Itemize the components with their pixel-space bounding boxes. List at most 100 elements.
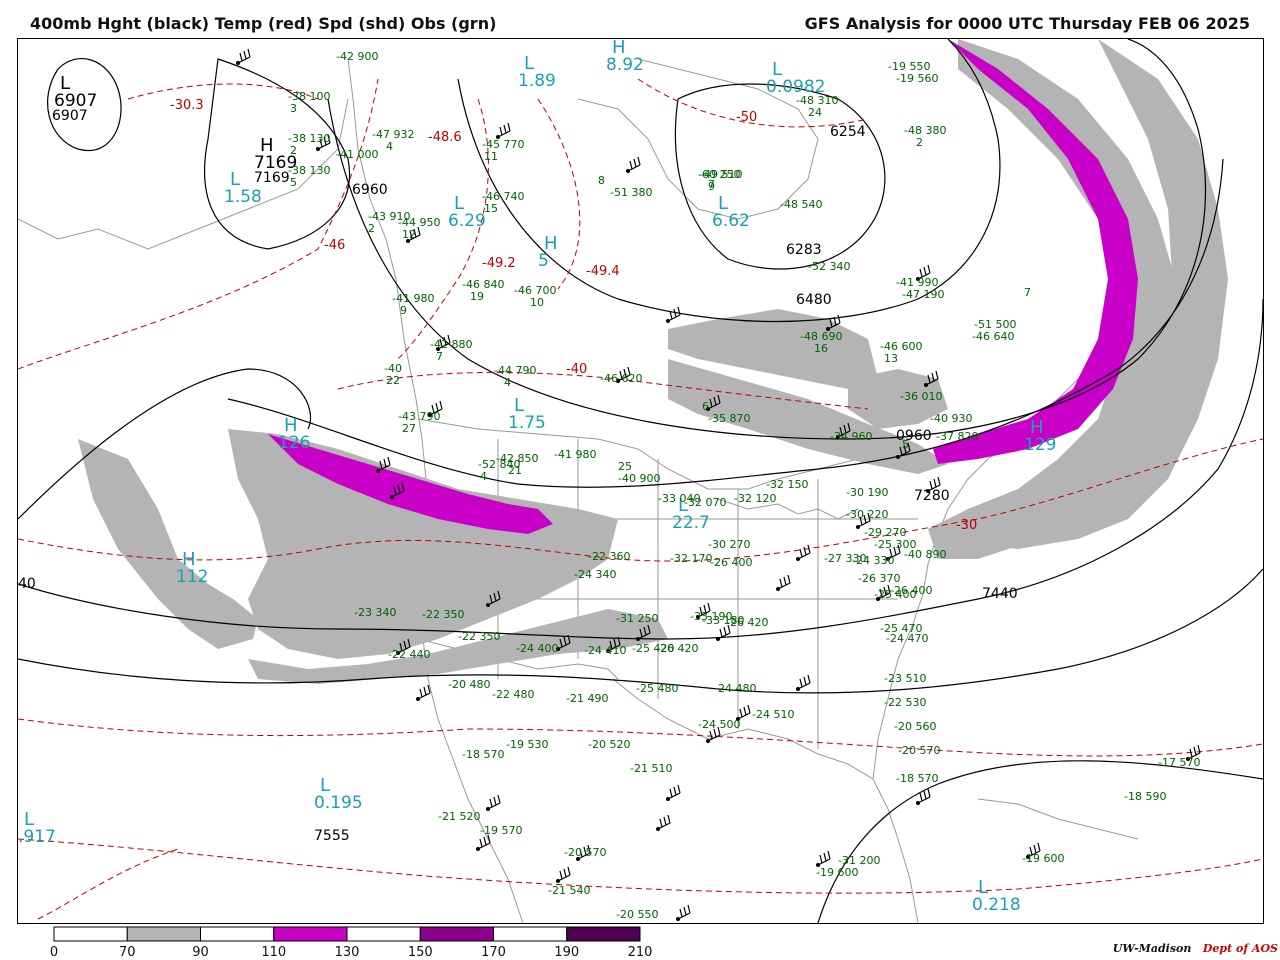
station-obs-label: -24 500 bbox=[698, 718, 741, 731]
station-obs-label: -46 640 bbox=[972, 330, 1015, 343]
jet-gray-west bbox=[78, 439, 258, 649]
height-label: 6283 bbox=[786, 242, 822, 258]
legend-swatch bbox=[419, 926, 494, 942]
pressure-center-value: 6.62 bbox=[712, 211, 750, 231]
station-obs-label: -41 990 bbox=[896, 276, 939, 289]
height-label: 6480 bbox=[796, 292, 832, 308]
station-dot bbox=[376, 469, 380, 473]
station-obs-label: 16 bbox=[814, 342, 828, 355]
legend-tick-label: 70 bbox=[118, 945, 136, 960]
station-obs-label: -24 480 bbox=[714, 682, 757, 695]
wind-barb bbox=[497, 122, 511, 138]
pressure-center-value: 0.195 bbox=[314, 793, 363, 813]
legend-swatch bbox=[53, 926, 128, 942]
station-obs-label: -19 570 bbox=[480, 824, 523, 837]
station-obs-label: -40 900 bbox=[618, 472, 661, 485]
station-obs-label: -48 540 bbox=[780, 198, 823, 211]
station-obs-label: -44 950 bbox=[398, 216, 441, 229]
station-obs-label: -20 570 bbox=[898, 744, 941, 757]
station-obs-label: -25 480 bbox=[636, 682, 679, 695]
station-obs-label: 3 bbox=[290, 102, 297, 115]
station-obs-label: -44 790 bbox=[494, 364, 537, 377]
wind-barb bbox=[797, 674, 811, 690]
station-obs-label: -21 510 bbox=[630, 762, 673, 775]
station-obs-label: -32 120 bbox=[734, 492, 777, 505]
station-obs-label: -24 510 bbox=[752, 708, 795, 721]
station-dot bbox=[796, 557, 800, 561]
station-obs-label: -24 470 bbox=[886, 632, 929, 645]
station-obs-label: -20 550 bbox=[616, 908, 659, 921]
temperature-label: -30.3 bbox=[170, 98, 204, 113]
station-dot bbox=[776, 587, 780, 591]
station-dot bbox=[556, 879, 560, 883]
station-obs-label: 4 bbox=[386, 140, 393, 153]
station-obs-label: -21 520 bbox=[438, 810, 481, 823]
station-obs-label: -46 620 bbox=[600, 372, 643, 385]
station-dot bbox=[316, 147, 320, 151]
height-label: 7169 bbox=[254, 170, 290, 186]
station-obs-label: 13 bbox=[884, 352, 898, 365]
station-obs-label: -34 960 bbox=[830, 430, 873, 443]
station-dot bbox=[416, 697, 420, 701]
pressure-center-value: 1.58 bbox=[224, 187, 262, 207]
station-dot bbox=[796, 687, 800, 691]
wind-barb bbox=[817, 850, 831, 866]
station-obs-label: 6 bbox=[702, 400, 709, 413]
station-dot bbox=[916, 801, 920, 805]
station-obs-label: -36 010 bbox=[900, 390, 943, 403]
station-obs-label: -20 520 bbox=[588, 738, 631, 751]
station-obs-label: -42 900 bbox=[336, 50, 379, 63]
station-obs-label: 5 bbox=[290, 176, 297, 189]
station-obs-label: -32 070 bbox=[684, 496, 727, 509]
station-obs-label: -18 570 bbox=[896, 772, 939, 785]
station-obs-label: -18 590 bbox=[1124, 790, 1167, 803]
credit-dept: Dept of AOS bbox=[1202, 942, 1278, 955]
station-dot bbox=[476, 847, 480, 851]
station-dot bbox=[856, 525, 860, 529]
station-dot bbox=[236, 61, 240, 65]
station-obs-label: -20 570 bbox=[564, 846, 607, 859]
station-obs-label: -38 130 bbox=[288, 164, 331, 177]
legend-swatch bbox=[126, 926, 201, 942]
wind-barb bbox=[677, 904, 691, 920]
station-obs-label: -38 100 bbox=[288, 90, 331, 103]
station-obs-label: 5 bbox=[902, 438, 909, 451]
station-obs-label: 4 bbox=[504, 376, 511, 389]
station-obs-label: -51 500 bbox=[974, 318, 1017, 331]
station-obs-label: -46 600 bbox=[880, 340, 923, 353]
geography-layer bbox=[18, 58, 1139, 923]
temp-contour-southwest bbox=[37, 848, 179, 920]
station-obs-label: -21 490 bbox=[566, 692, 609, 705]
station-obs-label: -42 880 bbox=[430, 338, 473, 351]
station-obs-label: -24 400 bbox=[516, 642, 559, 655]
pressure-center-value: 6907 bbox=[54, 91, 98, 111]
station-obs-label: -32 170 bbox=[670, 552, 713, 565]
station-obs-label: -22 360 bbox=[588, 550, 631, 563]
height-label: 6907 bbox=[52, 108, 88, 124]
height-label: 6254 bbox=[830, 124, 866, 140]
station-obs-label: -46 840 bbox=[462, 278, 505, 291]
legend-tick-label: 210 bbox=[627, 945, 653, 960]
temperature-label: -50 bbox=[736, 110, 758, 125]
station-obs-label: -29 270 bbox=[864, 526, 907, 539]
station-obs-label: -30 270 bbox=[708, 538, 751, 551]
cuba bbox=[977, 798, 1139, 840]
station-obs-label: -33 180 bbox=[702, 614, 745, 627]
wind-speed-shading bbox=[78, 39, 1228, 684]
wind-barb bbox=[627, 156, 641, 172]
temperature-label: -40 bbox=[566, 362, 588, 377]
temperature-label: -30 bbox=[956, 518, 978, 533]
pressure-center-value: 22.7 bbox=[672, 513, 710, 533]
pressure-center-value: 129 bbox=[1024, 435, 1057, 455]
analysis-time-title: GFS Analysis for 0000 UTC Thursday FEB 0… bbox=[804, 14, 1250, 33]
station-obs-label: -43 790 bbox=[398, 410, 441, 423]
wind-barb bbox=[917, 788, 931, 804]
station-obs-label: -20 560 bbox=[894, 720, 937, 733]
pressure-center-value: 126 bbox=[278, 433, 311, 453]
station-obs-label: 9 bbox=[400, 304, 407, 317]
wind-barb bbox=[557, 866, 571, 882]
temp-contour-n10 bbox=[18, 838, 1263, 894]
height-label: 7280 bbox=[914, 488, 950, 504]
station-obs-label: -37 820 bbox=[936, 430, 979, 443]
legend-tick-label: 0 bbox=[49, 945, 59, 960]
